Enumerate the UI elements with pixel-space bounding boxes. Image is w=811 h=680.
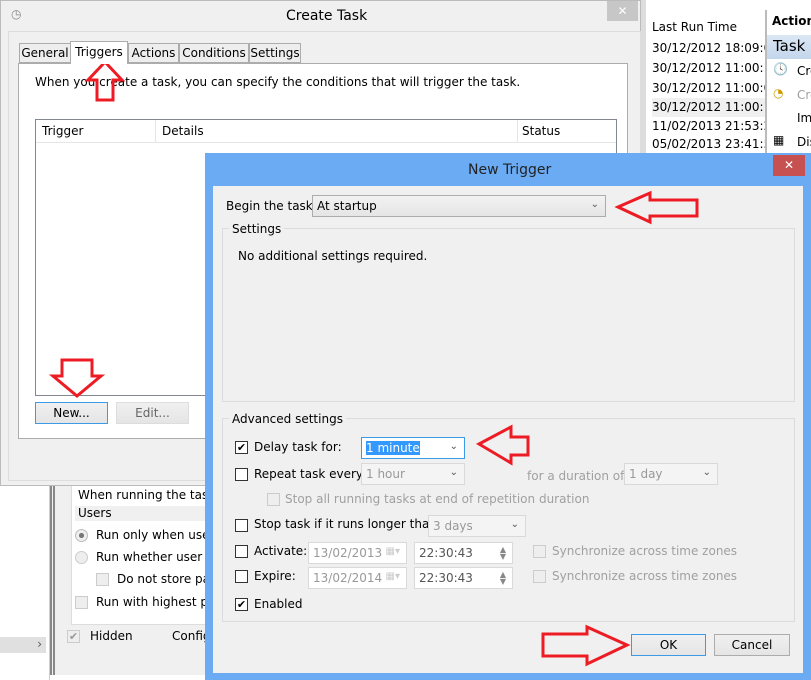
annotation-layer xyxy=(48,59,699,667)
left-arrow-icon xyxy=(475,424,530,466)
down-arrow-icon xyxy=(48,358,106,398)
up-arrow-icon xyxy=(84,59,126,102)
left-arrow-icon xyxy=(614,190,699,225)
right-arrow-icon xyxy=(541,624,631,667)
tab-triggers[interactable]: Triggers xyxy=(70,41,128,64)
